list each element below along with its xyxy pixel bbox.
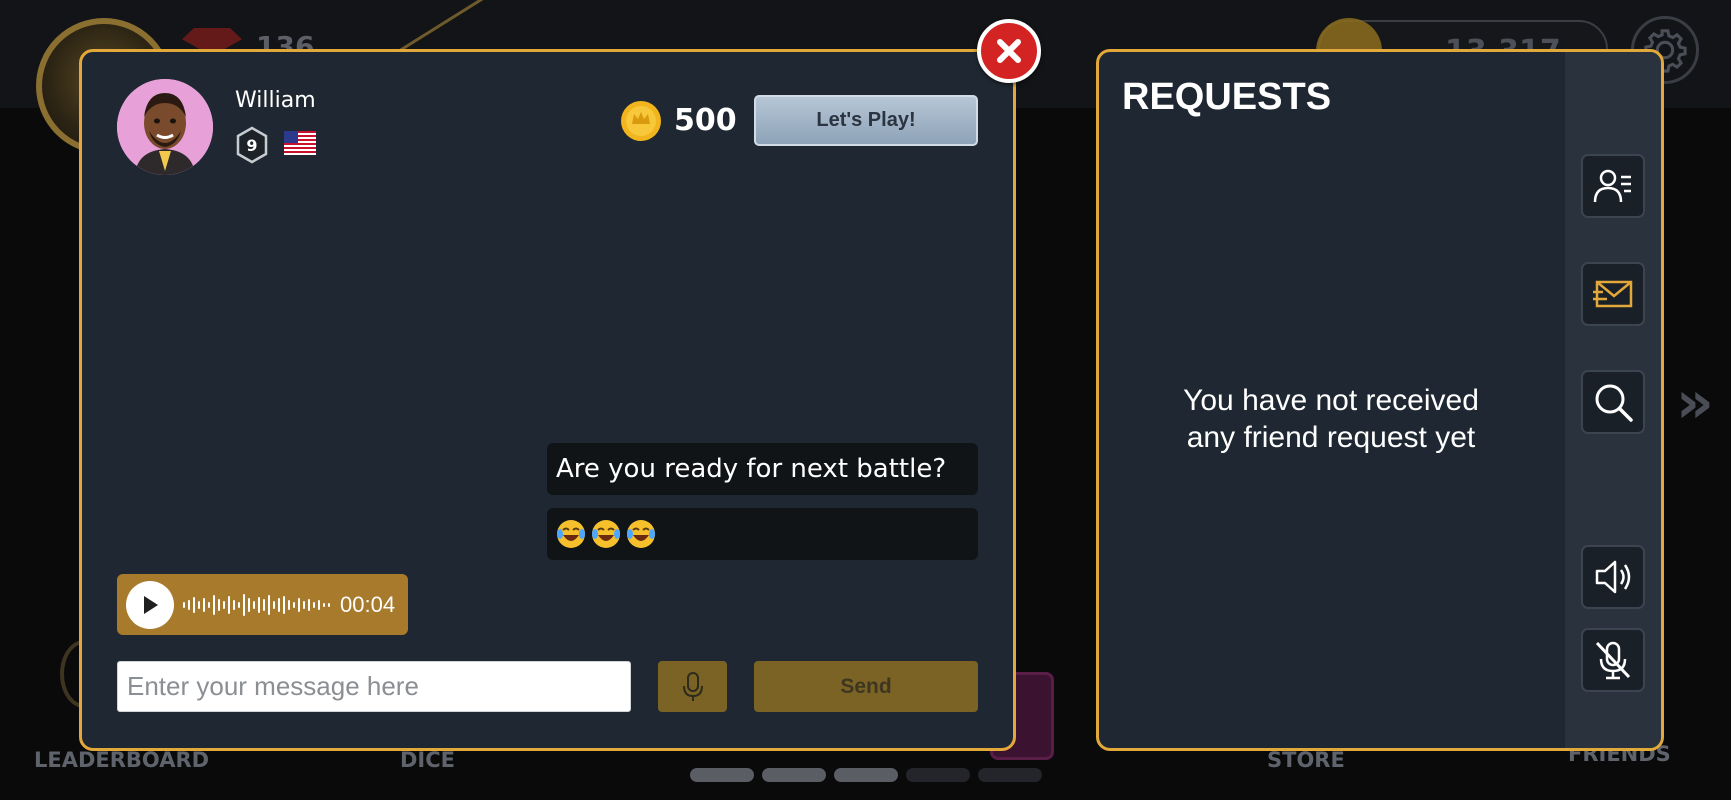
chat-message-text: Are you ready for next battle? xyxy=(556,454,947,484)
mic-button[interactable] xyxy=(658,661,727,712)
empty-requests-message: You have not received any friend request… xyxy=(1130,382,1532,456)
laughing-tears-emoji-icon xyxy=(557,520,585,548)
play-icon xyxy=(144,595,158,614)
close-button[interactable] xyxy=(977,19,1041,83)
speaker-icon xyxy=(1595,560,1631,594)
level-number: 9 xyxy=(246,135,258,155)
search-icon xyxy=(1595,384,1633,422)
nav-leaderboard[interactable]: LEADERBOARD xyxy=(34,748,209,772)
coin-icon xyxy=(621,101,661,141)
requests-title: REQUESTS xyxy=(1122,76,1332,118)
page-indicator xyxy=(978,768,1042,782)
friends-list-button[interactable] xyxy=(1581,154,1645,218)
speaker-button[interactable] xyxy=(1581,545,1645,609)
laughing-tears-emoji-icon xyxy=(627,520,655,548)
mail-icon xyxy=(1593,280,1633,308)
us-flag-icon xyxy=(284,131,316,155)
mic-muted-icon xyxy=(1595,641,1631,680)
waveform-icon xyxy=(183,593,330,616)
chat-message xyxy=(547,508,978,560)
page-indicator xyxy=(762,768,826,782)
mic-mute-button[interactable] xyxy=(1581,628,1645,692)
player-name: William xyxy=(235,88,316,113)
lets-play-button[interactable]: Let's Play! xyxy=(754,95,978,146)
close-icon xyxy=(997,39,1021,63)
search-button[interactable] xyxy=(1581,370,1645,434)
nav-store[interactable]: STORE xyxy=(1267,748,1345,772)
empty-message-line: You have not received xyxy=(1183,384,1479,417)
chat-message: Are you ready for next battle? xyxy=(547,443,978,495)
voice-duration: 00:04 xyxy=(340,591,396,617)
page-indicator xyxy=(906,768,970,782)
player-avatar[interactable] xyxy=(117,79,213,175)
friends-list-icon xyxy=(1593,169,1631,203)
requests-mail-button[interactable] xyxy=(1581,262,1645,326)
voice-play-button[interactable] xyxy=(126,580,174,629)
mic-icon xyxy=(682,671,703,701)
page-indicator xyxy=(834,768,898,782)
wager-amount: 500 xyxy=(674,103,737,138)
message-input[interactable] xyxy=(117,661,631,712)
chevron-right-icon[interactable]: ›› xyxy=(1676,368,1714,436)
page-indicator xyxy=(690,768,754,782)
laughing-tears-emoji-icon xyxy=(592,520,620,548)
level-badge: 9 xyxy=(235,126,269,164)
nav-dice[interactable]: DICE xyxy=(400,748,455,772)
send-button[interactable]: Send xyxy=(754,661,978,712)
voice-message: 00:04 xyxy=(117,574,408,635)
chat-panel xyxy=(79,49,1016,751)
empty-message-line: any friend request yet xyxy=(1186,421,1476,454)
